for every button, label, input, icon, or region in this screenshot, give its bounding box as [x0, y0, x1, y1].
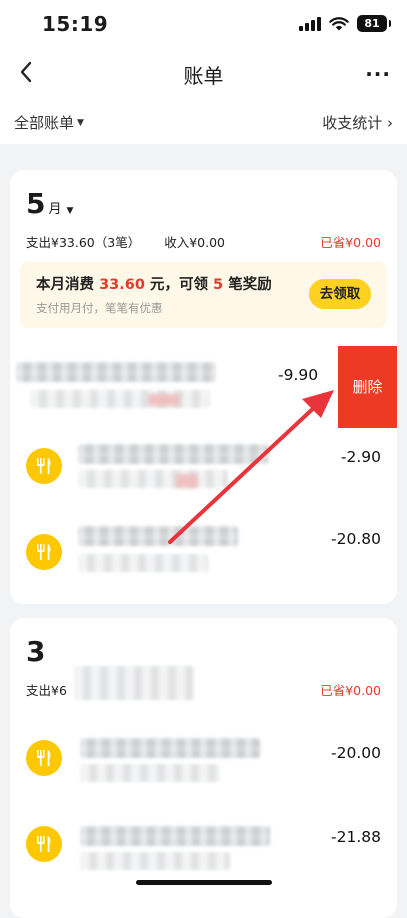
month-number: 5: [26, 187, 46, 220]
transaction-amount: -9.90: [278, 366, 319, 384]
promo-title: 本月消费 33.60 元，可领 5 笔奖励: [36, 277, 272, 293]
filter-bar: 全部账单 ▼ 收支统计 ›: [0, 98, 407, 144]
transaction-amount: -20.80: [331, 530, 381, 548]
home-indicator: [136, 880, 272, 885]
transaction-amount: -21.88: [331, 828, 381, 846]
transaction-row[interactable]: -9.90 删除: [10, 346, 397, 428]
month-card-march: 3 支出¥6 已省¥0.00 -20.00 -21.88: [10, 618, 397, 918]
status-icons: 81: [299, 15, 391, 32]
blurred-merchant-info: [80, 764, 220, 782]
month-summary: 支出¥6: [26, 680, 67, 699]
page-title: 账单: [183, 64, 224, 88]
caret-down-icon: ▼: [77, 117, 84, 128]
month-selector[interactable]: 3: [26, 638, 48, 666]
fork-knife-icon: [26, 826, 62, 862]
blurred-merchant-info: [78, 444, 268, 464]
all-bills-label: 全部账单: [14, 114, 75, 132]
transaction-amount: -2.90: [340, 448, 381, 466]
status-time: 15:19: [42, 12, 109, 36]
blurred-merchant-info: [78, 554, 208, 572]
delete-button[interactable]: 删除: [338, 346, 397, 428]
fork-knife-icon: [26, 534, 62, 570]
blurred-month-summary: [74, 666, 194, 700]
saved-amount: 已省¥0.00: [320, 683, 381, 698]
blurred-merchant-info: [78, 526, 238, 546]
month-selector[interactable]: 5 月 ▼: [26, 190, 73, 218]
expense-summary: 支出¥6: [26, 683, 67, 698]
battery-icon: 81: [357, 15, 391, 32]
blurred-merchant-info: [80, 738, 260, 758]
reward-promo-banner: 本月消费 33.60 元，可领 5 笔奖励 支付用月付，笔笔有优惠 去领取: [20, 262, 387, 328]
navbar: 账单 ···: [0, 48, 407, 98]
month-unit: 月: [48, 202, 62, 217]
month-number: 3: [26, 635, 46, 668]
saved-amount: 已省¥0.00: [320, 235, 381, 250]
fork-knife-icon: [26, 448, 62, 484]
blurred-merchant-info: [80, 826, 270, 846]
all-bills-dropdown[interactable]: 全部账单 ▼: [14, 112, 84, 133]
status-bar: 15:19 81: [0, 0, 407, 48]
blurred-merchant-info: [78, 470, 228, 488]
income-expense-stats-link[interactable]: 收支统计 ›: [322, 112, 393, 133]
promo-amount: 33.60: [99, 277, 145, 293]
promo-subtitle: 支付用月付，笔笔有优惠: [36, 301, 163, 315]
income-summary: 收入¥0.00: [164, 235, 225, 250]
transaction-row[interactable]: -2.90: [10, 426, 397, 508]
promo-count: 5: [213, 277, 224, 293]
month-card-may: 5 月 ▼ 支出¥33.60（3笔） 收入¥0.00 已省¥0.00 本月消费 3…: [10, 170, 397, 604]
fork-knife-icon: [26, 740, 62, 776]
blurred-merchant-info: [16, 362, 216, 382]
month-summary: 支出¥33.60（3笔） 收入¥0.00: [26, 232, 225, 251]
transaction-row[interactable]: -20.00: [10, 718, 397, 800]
wifi-icon: [329, 16, 349, 30]
blurred-merchant-info: [80, 852, 230, 870]
transaction-amount: -20.00: [331, 744, 381, 762]
caret-down-icon: ▼: [66, 206, 74, 216]
blurred-merchant-info: [30, 390, 210, 408]
transaction-row[interactable]: -20.80: [10, 506, 397, 588]
signal-icon: [299, 16, 321, 31]
transaction-row[interactable]: -21.88: [10, 804, 397, 886]
expense-summary: 支出¥33.60（3笔）: [26, 235, 141, 250]
claim-reward-button[interactable]: 去领取: [309, 279, 371, 309]
more-options-button[interactable]: ···: [365, 62, 391, 86]
